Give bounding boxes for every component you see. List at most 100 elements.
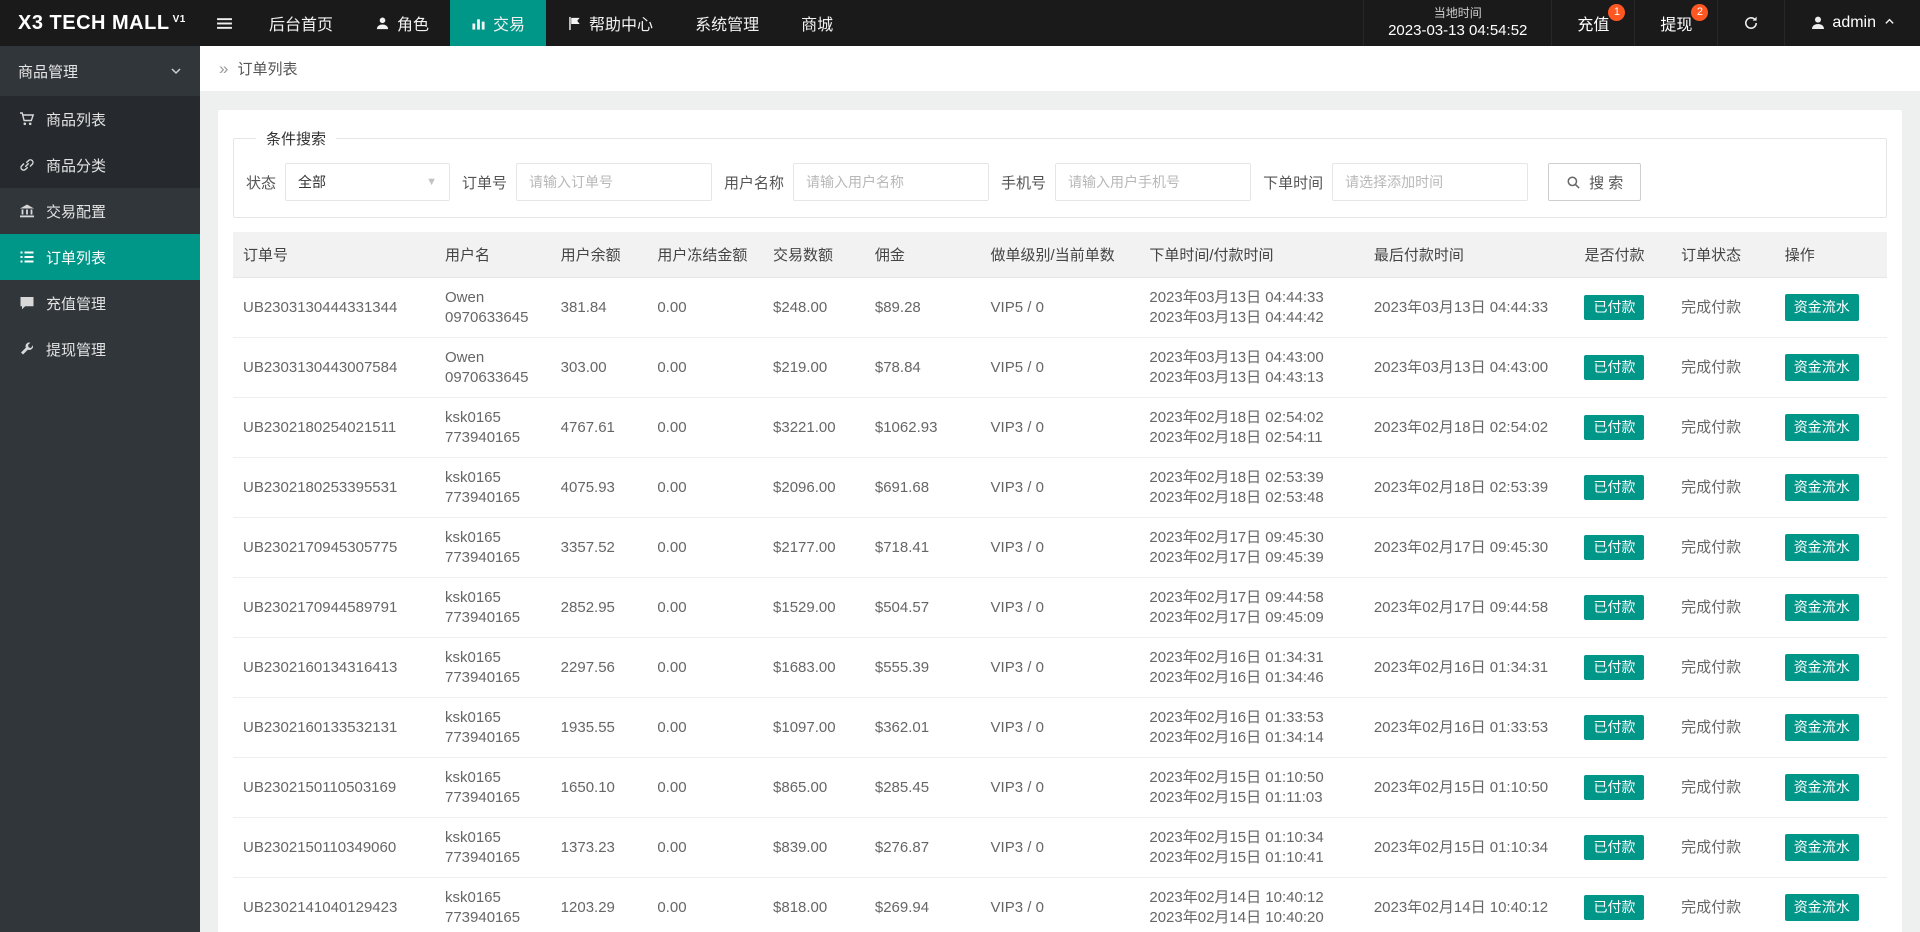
cell-order-no: UB2302150110349060 (233, 817, 435, 878)
user-account: 773940165 (445, 848, 521, 866)
cell-action: 资金流水 (1774, 517, 1887, 578)
sidebar-item-recharge[interactable]: 充值管理 (0, 280, 200, 326)
search-button[interactable]: 搜 索 (1548, 163, 1642, 201)
cell-commission: $269.94 (864, 877, 981, 932)
nav-item-mall[interactable]: 商城 (780, 0, 854, 46)
cell-status: 完成付款 (1671, 337, 1775, 398)
cell-last-pay-time: 2023年02月18日 02:54:02 (1363, 397, 1575, 458)
logo-version: V1 (172, 13, 186, 25)
search-button-label: 搜 索 (1589, 174, 1624, 192)
paid-badge: 已付款 (1584, 655, 1645, 680)
fund-flow-button[interactable]: 资金流水 (1784, 894, 1859, 921)
flag-icon (569, 16, 580, 30)
withdraw-badge: 2 (1691, 4, 1709, 21)
pay-time: 2023年02月16日 01:34:14 (1149, 728, 1324, 746)
paid-badge: 已付款 (1584, 595, 1645, 620)
user-name: ksk0165 (445, 528, 501, 546)
fund-flow-button[interactable]: 资金流水 (1784, 354, 1859, 381)
cell-amount: $1683.00 (763, 637, 865, 698)
cell-times: 2023年02月16日 01:34:31 2023年02月16日 01:34:4… (1139, 637, 1364, 698)
pay-time: 2023年03月13日 04:44:42 (1149, 308, 1324, 326)
cell-frozen: 0.00 (647, 697, 764, 758)
cell-amount: $839.00 (763, 817, 865, 878)
order-time: 2023年02月15日 01:10:50 (1149, 768, 1324, 786)
status-field: 状态 全部 ▼ (246, 163, 451, 201)
order-time: 2023年02月18日 02:53:39 (1149, 468, 1324, 486)
user-name-label: 用户名称 (724, 174, 785, 192)
user-name-field: 用户名称 (724, 163, 990, 201)
nav-item-trade[interactable]: 交易 (450, 0, 547, 46)
refresh-button[interactable] (1717, 0, 1784, 46)
user-name: ksk0165 (445, 588, 501, 606)
sidebar-group-goods[interactable]: 商品管理 (0, 46, 200, 96)
phone-field: 手机号 (1001, 163, 1252, 201)
order-no-field: 订单号 (462, 163, 713, 201)
user-account: 773940165 (445, 548, 521, 566)
fund-flow-button[interactable]: 资金流水 (1784, 774, 1859, 801)
order-row: UB2302180253395531 ksk0165 773940165 407… (233, 457, 1887, 518)
paid-badge: 已付款 (1584, 475, 1645, 500)
nav-item-home[interactable]: 后台首页 (248, 0, 354, 46)
cell-order-no: UB2302160133532131 (233, 697, 435, 758)
cell-user: ksk0165 773940165 (435, 817, 551, 878)
nav-item-system[interactable]: 系统管理 (674, 0, 780, 46)
fund-flow-button[interactable]: 资金流水 (1784, 474, 1859, 501)
fund-flow-button[interactable]: 资金流水 (1784, 834, 1859, 861)
cell-order-no: UB2302180254021511 (233, 397, 435, 458)
logo-text: X3 TECH MALL (18, 11, 170, 34)
cell-order-no: UB2302180253395531 (233, 457, 435, 518)
cell-times: 2023年02月15日 01:10:50 2023年02月15日 01:11:0… (1139, 757, 1364, 818)
admin-menu[interactable]: admin (1784, 0, 1920, 46)
user-name-input[interactable] (793, 163, 990, 201)
order-row: UB2302160134316413 ksk0165 773940165 229… (233, 637, 1887, 698)
cell-action: 资金流水 (1774, 877, 1887, 932)
status-select[interactable]: 全部 ▼ (285, 163, 451, 201)
cell-amount: $3221.00 (763, 397, 865, 458)
comment-icon (20, 297, 34, 310)
cell-amount: $1529.00 (763, 577, 865, 638)
fund-flow-button[interactable]: 资金流水 (1784, 594, 1859, 621)
fund-flow-button[interactable]: 资金流水 (1784, 294, 1859, 321)
sidebar-item-withdraw[interactable]: 提现管理 (0, 326, 200, 372)
paid-badge: 已付款 (1584, 835, 1645, 860)
withdraw-button[interactable]: 提现 2 (1634, 0, 1717, 46)
fund-flow-button[interactable]: 资金流水 (1784, 414, 1859, 441)
sidebar-item-goods-list[interactable]: 商品列表 (0, 96, 200, 142)
cell-last-pay-time: 2023年02月15日 01:10:50 (1363, 757, 1575, 818)
nav-item-role[interactable]: 角色 (354, 0, 450, 46)
cell-paid: 已付款 (1574, 337, 1672, 398)
paid-badge: 已付款 (1584, 355, 1645, 380)
nav-item-label: 系统管理 (695, 17, 760, 34)
fund-flow-button[interactable]: 资金流水 (1784, 714, 1859, 741)
sidebar-item-goods-category[interactable]: 商品分类 (0, 142, 200, 188)
fund-flow-button[interactable]: 资金流水 (1784, 534, 1859, 561)
user-account: 773940165 (445, 668, 521, 686)
cell-last-pay-time: 2023年03月13日 04:44:33 (1363, 277, 1575, 338)
cell-status: 完成付款 (1671, 517, 1775, 578)
fund-flow-button[interactable]: 资金流水 (1784, 654, 1859, 681)
phone-label: 手机号 (1001, 174, 1047, 192)
cell-frozen: 0.00 (647, 577, 764, 638)
cell-times: 2023年02月16日 01:33:53 2023年02月16日 01:34:1… (1139, 697, 1364, 758)
menu-toggle-button[interactable] (200, 0, 248, 46)
cell-balance: 4767.61 (550, 397, 648, 458)
sidebar-item-order-list[interactable]: 订单列表 (0, 234, 200, 280)
phone-input[interactable] (1055, 163, 1252, 201)
user-name: ksk0165 (445, 648, 501, 666)
cell-order-no: UB2302170944589791 (233, 577, 435, 638)
nav-item-help[interactable]: 帮助中心 (546, 0, 674, 46)
order-no-input[interactable] (516, 163, 713, 201)
cell-user: ksk0165 773940165 (435, 577, 551, 638)
cell-last-pay-time: 2023年02月17日 09:45:30 (1363, 517, 1575, 578)
order-time-input[interactable] (1332, 163, 1529, 201)
refresh-icon (1745, 16, 1758, 29)
pay-time: 2023年02月16日 01:34:46 (1149, 668, 1324, 686)
recharge-button[interactable]: 充值 1 (1551, 0, 1634, 46)
cell-paid: 已付款 (1574, 457, 1672, 518)
cell-order-no: UB2302160134316413 (233, 637, 435, 698)
sidebar-item-trade-config[interactable]: 交易配置 (0, 188, 200, 234)
sidebar-item-label: 商品分类 (46, 157, 107, 175)
cell-last-pay-time: 2023年02月16日 01:33:53 (1363, 697, 1575, 758)
bank-icon (20, 204, 34, 218)
nav-item-label: 角色 (397, 17, 430, 34)
